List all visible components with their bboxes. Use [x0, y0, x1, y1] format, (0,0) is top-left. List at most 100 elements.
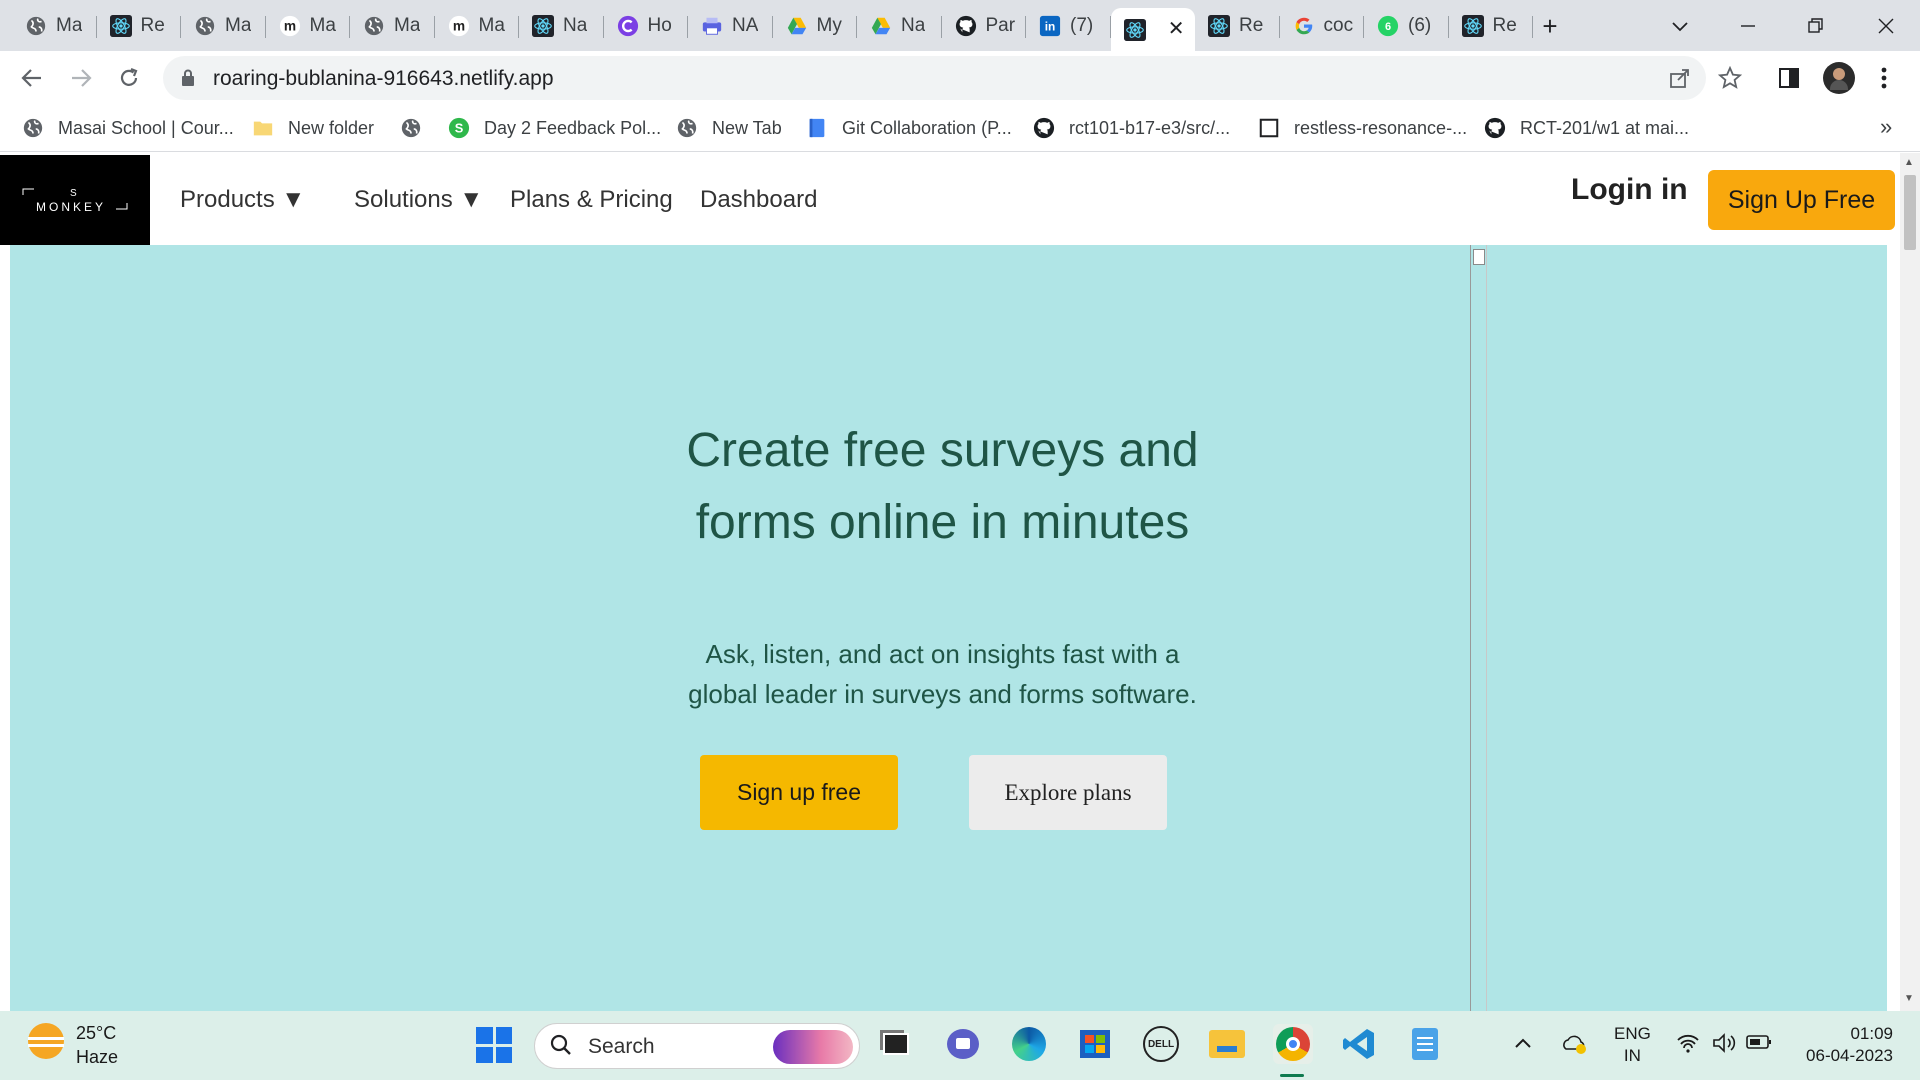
browser-tab[interactable]: in (7)	[1026, 8, 1111, 44]
github-icon	[1033, 117, 1055, 139]
bookmarks-overflow-button[interactable]: »	[1880, 114, 1892, 140]
browser-tab[interactable]: Ma	[12, 8, 97, 44]
browser-menu-icon[interactable]	[1880, 66, 1888, 95]
globe-icon	[193, 14, 217, 38]
chrome-icon[interactable]	[1273, 1024, 1313, 1064]
restore-button[interactable]	[1796, 8, 1836, 44]
tab-title: coc	[1323, 15, 1354, 36]
site-logo[interactable]: S MONKEY	[0, 155, 150, 245]
book-icon	[806, 117, 828, 139]
bookmark-item[interactable]: RCT-201/w1 at mai...	[1484, 114, 1689, 142]
task-view-icon[interactable]	[876, 1024, 916, 1064]
tab-title: Ma	[394, 15, 421, 36]
nav-solutions[interactable]: Solutions ▼	[354, 186, 483, 214]
browser-tab[interactable]: Re	[1449, 8, 1534, 44]
login-link[interactable]: Login in	[1571, 173, 1688, 207]
taskbar-search[interactable]: Search	[534, 1023, 860, 1069]
browser-tab[interactable]: Ma	[181, 8, 266, 44]
close-window-button[interactable]	[1866, 8, 1906, 44]
hero-subheading: Ask, listen, and act on insights fast wi…	[688, 639, 1197, 709]
browser-tab[interactable]: Na	[857, 8, 942, 44]
browser-tab[interactable]: Re	[1195, 8, 1280, 44]
close-tab-icon[interactable]: ✕	[1168, 16, 1185, 41]
edge-icon[interactable]	[1009, 1024, 1049, 1064]
onedrive-warning-icon[interactable]	[1560, 1033, 1588, 1061]
browser-tab[interactable]: NA	[688, 8, 773, 44]
search-highlight-illustration	[773, 1030, 853, 1064]
browser-tab[interactable]: Re	[97, 8, 182, 44]
signup-free-button[interactable]: Sign up free	[700, 755, 898, 830]
wifi-icon[interactable]	[1676, 1033, 1700, 1059]
teams-chat-icon[interactable]	[943, 1024, 983, 1064]
minimize-button[interactable]	[1728, 8, 1768, 44]
nav-dashboard[interactable]: Dashboard	[700, 186, 817, 214]
tab-title: Ma	[309, 15, 336, 36]
m-logo-icon: m	[447, 14, 471, 38]
side-panel-icon[interactable]	[1778, 67, 1800, 94]
browser-tab[interactable]: m Ma	[266, 8, 351, 44]
browser-tab[interactable]: Ho	[604, 8, 689, 44]
scrollbar-thumb[interactable]	[1904, 175, 1916, 250]
tab-search-button[interactable]	[1660, 8, 1700, 44]
tab-title: Re	[1239, 15, 1264, 36]
weather-widget[interactable]: 25°C Haze	[28, 1023, 118, 1067]
tab-title: Re	[1492, 15, 1517, 36]
bookmark-label: Day 2 Feedback Pol...	[484, 117, 662, 138]
bookmark-item[interactable]: Masai School | Cour...	[22, 114, 234, 142]
browser-tab[interactable]: Par	[942, 8, 1027, 44]
bookmark-star-icon[interactable]	[1717, 65, 1743, 95]
forward-button[interactable]	[66, 63, 96, 93]
bookmark-item[interactable]	[400, 114, 436, 142]
file-explorer-icon[interactable]	[1207, 1024, 1247, 1064]
bookmark-item[interactable]: restless-resonance-...	[1258, 114, 1467, 142]
battery-icon[interactable]	[1746, 1033, 1772, 1056]
show-hidden-icons-chevron-icon[interactable]	[1514, 1033, 1532, 1056]
bookmark-item[interactable]: New folder	[252, 114, 374, 142]
share-icon[interactable]	[1669, 67, 1691, 94]
bookmark-item[interactable]: Git Collaboration (P...	[806, 114, 1012, 142]
react-icon	[109, 14, 133, 38]
weather-temperature: 25°C	[76, 1023, 117, 1043]
browser-tab[interactable]: m Ma	[435, 8, 520, 44]
browser-tab[interactable]: Ma	[350, 8, 435, 44]
new-tab-button[interactable]: +	[1530, 8, 1570, 44]
page-scrollbar[interactable]: ▲ ▼	[1900, 153, 1920, 1011]
globe-icon	[400, 117, 422, 139]
tab-title: Ho	[647, 15, 672, 36]
address-bar[interactable]: roaring-bublanina-916643.netlify.app	[163, 56, 1706, 100]
github-icon	[1484, 117, 1506, 139]
microsoft-store-icon[interactable]	[1075, 1024, 1115, 1064]
volume-icon[interactable]	[1712, 1033, 1738, 1059]
bookmark-item[interactable]: S Day 2 Feedback Pol...	[448, 114, 661, 142]
svg-text:m: m	[452, 19, 464, 34]
browser-tab[interactable]: Na	[519, 8, 604, 44]
signup-top-button[interactable]: Sign Up Free	[1708, 170, 1895, 230]
reload-button[interactable]	[114, 63, 144, 93]
bookmark-label: restless-resonance-...	[1294, 117, 1468, 138]
weather-description: Haze	[76, 1047, 119, 1067]
scroll-up-arrow-icon[interactable]: ▲	[1904, 157, 1914, 168]
system-clock[interactable]: 01:09 06-04-2023	[1796, 1023, 1893, 1067]
bookmark-item[interactable]: New Tab	[676, 114, 782, 142]
browser-tab[interactable]: My	[773, 8, 858, 44]
browser-tab[interactable]: coc	[1280, 8, 1365, 44]
tab-title: My	[816, 15, 842, 36]
explore-plans-button[interactable]: Explore plans	[969, 755, 1167, 830]
scroll-down-arrow-icon[interactable]: ▼	[1904, 993, 1914, 1004]
bookmark-item[interactable]: rct101-b17-e3/src/...	[1033, 114, 1230, 142]
nav-plans-pricing[interactable]: Plans & Pricing	[510, 186, 673, 214]
vscode-icon[interactable]	[1339, 1024, 1379, 1064]
start-button[interactable]	[476, 1027, 512, 1063]
nav-products[interactable]: Products ▼	[180, 186, 305, 214]
tab-active[interactable]: ✕	[1110, 8, 1195, 51]
profile-avatar[interactable]	[1823, 62, 1855, 94]
logo-text-top: S	[70, 188, 78, 199]
dell-icon[interactable]: DELL	[1141, 1024, 1181, 1064]
s-logo-icon: S	[448, 117, 470, 139]
browser-tab[interactable]: 6 (6)	[1364, 8, 1449, 44]
bookmark-label: Git Collaboration (P...	[842, 117, 1012, 138]
globe-icon	[676, 117, 698, 139]
notepad-icon[interactable]	[1405, 1024, 1445, 1064]
back-button[interactable]	[17, 63, 47, 93]
language-indicator[interactable]: ENG IN	[1614, 1023, 1651, 1067]
